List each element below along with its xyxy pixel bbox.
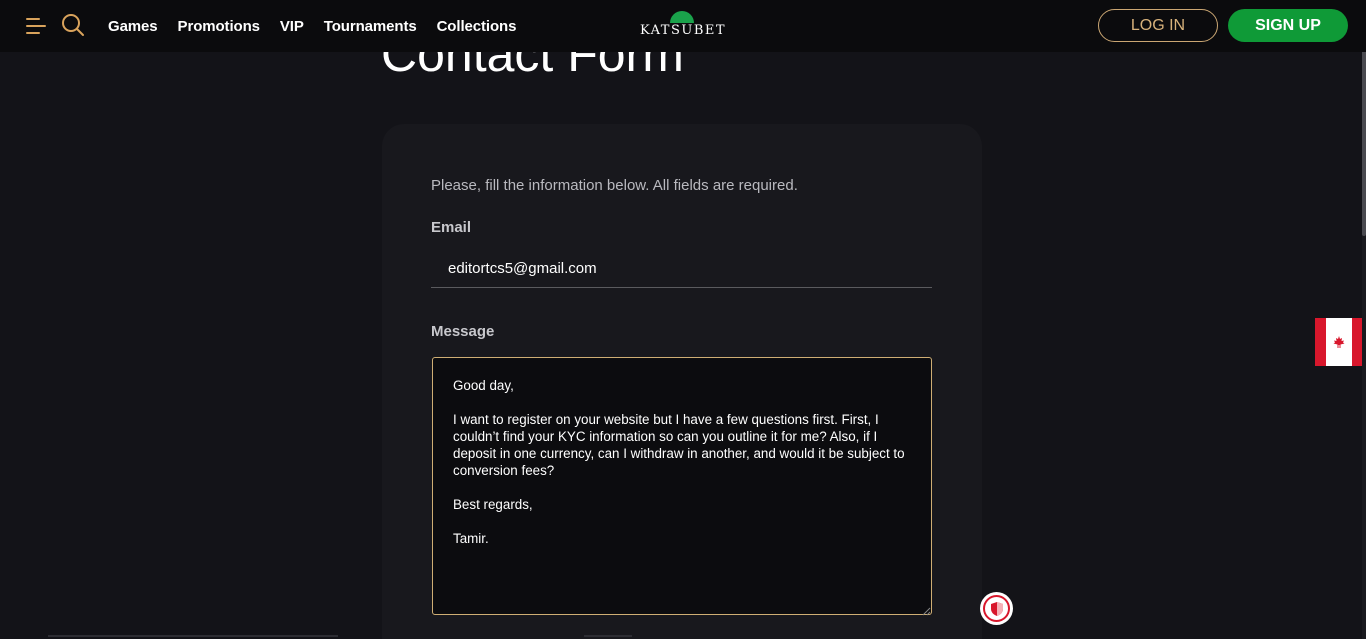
message-label: Message (431, 323, 495, 340)
nav-tournaments[interactable]: Tournaments (324, 18, 417, 35)
email-label: Email (431, 219, 472, 236)
resize-handle-icon[interactable] (921, 603, 931, 616)
nav-collections[interactable]: Collections (437, 18, 517, 35)
search-icon[interactable] (61, 13, 85, 37)
page: Contact Form Games Promotions VIP Tourna… (0, 0, 1366, 639)
site-header: Games Promotions VIP Tournaments Collect… (0, 0, 1366, 52)
signup-button[interactable]: SIGN UP (1228, 9, 1348, 42)
nav-games[interactable]: Games (108, 18, 158, 35)
form-intro-text: Please, fill the information below. All … (431, 177, 798, 194)
bottom-divider (48, 635, 338, 637)
canada-flag-icon[interactable] (1315, 318, 1363, 366)
menu-icon[interactable] (26, 16, 46, 36)
login-button[interactable]: LOG IN (1098, 9, 1218, 42)
logo-text: KATSUBET (639, 23, 727, 38)
scrollbar-thumb[interactable] (1362, 30, 1366, 236)
main-nav: Games Promotions VIP Tournaments Collect… (108, 0, 536, 52)
nav-promotions[interactable]: Promotions (178, 18, 260, 35)
email-field[interactable] (431, 254, 932, 288)
shield-icon[interactable] (980, 592, 1013, 625)
message-textarea[interactable]: Good day, I want to register on your web… (432, 357, 932, 615)
logo[interactable]: KATSUBET (638, 10, 728, 42)
logo-dot (670, 11, 694, 23)
nav-vip[interactable]: VIP (280, 18, 304, 35)
bottom-divider (584, 635, 632, 637)
